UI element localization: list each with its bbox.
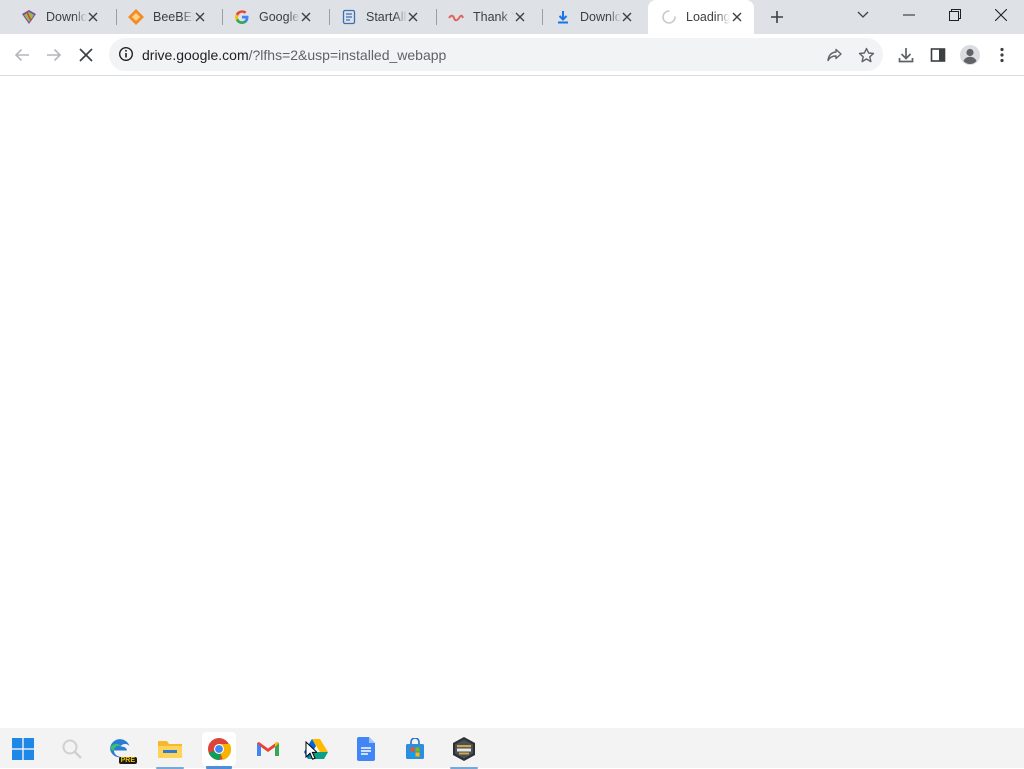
tab-search-button[interactable] <box>840 0 886 30</box>
arrow-right-icon <box>47 48 62 62</box>
page-content <box>0 77 1024 728</box>
stop-button[interactable] <box>70 39 102 71</box>
tab-4[interactable]: StartAllBack <box>322 0 430 34</box>
microsoft-store-icon[interactable] <box>398 732 432 766</box>
address-url[interactable]: drive.google.com/?lfhs=2&usp=installed_w… <box>142 47 446 63</box>
profile-button[interactable] <box>954 39 986 71</box>
minimize-icon <box>903 14 915 16</box>
share-icon[interactable] <box>821 42 847 68</box>
beebeep-icon <box>127 8 145 26</box>
menu-button[interactable] <box>986 39 1018 71</box>
close-icon[interactable] <box>407 9 421 25</box>
file-explorer-icon[interactable] <box>153 732 187 769</box>
document-icon <box>340 8 358 26</box>
download-icon <box>898 48 914 63</box>
chevron-down-icon <box>857 11 869 18</box>
tab-4-title: StartAllBack <box>366 10 407 24</box>
more-vert-icon <box>1000 47 1004 63</box>
google-docs-icon[interactable] <box>349 732 383 766</box>
side-panel-button[interactable] <box>922 39 954 71</box>
avatar-icon <box>960 45 980 65</box>
tab-1[interactable]: Downlo <box>2 0 110 34</box>
url-host: drive.google.com <box>142 47 249 63</box>
side-panel-icon <box>930 48 946 62</box>
windows-start-icon[interactable] <box>6 732 40 766</box>
window-close-button[interactable] <box>978 0 1024 30</box>
search-icon[interactable] <box>55 732 89 766</box>
tab-6[interactable]: Downlo <box>536 0 644 34</box>
new-tab-button[interactable] <box>766 6 788 28</box>
url-path: /?lfhs=2&usp=installed_webapp <box>248 47 447 63</box>
minimize-button[interactable] <box>886 0 932 30</box>
tab-7-title: Loading <box>686 10 730 24</box>
edge-preview-badge: PRE <box>118 757 137 764</box>
stop-x-icon <box>79 48 93 62</box>
bookmark-star-icon[interactable] <box>853 42 879 68</box>
tab-5[interactable]: Thank You <box>429 0 537 34</box>
tab-1-title: Downlo <box>46 10 87 24</box>
browser-toolbar: drive.google.com/?lfhs=2&usp=installed_w… <box>0 34 1024 76</box>
game-app-icon[interactable] <box>447 732 481 769</box>
tab-2[interactable]: BeeBEEP <box>109 0 217 34</box>
back-button[interactable] <box>6 39 38 71</box>
close-icon[interactable] <box>87 9 101 25</box>
chrome-icon[interactable] <box>202 732 236 769</box>
tab-6-title: Downlo <box>580 10 621 24</box>
google-g-icon <box>233 8 251 26</box>
tab-2-title: BeeBEEP <box>153 10 194 24</box>
tab-3-title: Google <box>259 10 300 24</box>
restore-button[interactable] <box>932 0 978 30</box>
site-info-icon[interactable] <box>118 46 134 67</box>
close-icon[interactable] <box>621 9 635 25</box>
link-icon <box>447 8 465 26</box>
restore-icon <box>949 9 961 21</box>
gmail-icon[interactable] <box>251 732 285 766</box>
close-icon[interactable] <box>730 9 745 25</box>
windows-taskbar: PRE <box>0 728 1024 769</box>
edge-preview-icon[interactable]: PRE <box>103 732 137 766</box>
winrar-icon <box>20 8 38 26</box>
loading-spinner-icon <box>660 8 678 26</box>
downloads-button[interactable] <box>890 39 922 71</box>
close-icon[interactable] <box>194 9 208 25</box>
close-icon[interactable] <box>300 9 314 25</box>
download-arrow-icon <box>554 8 572 26</box>
mouse-cursor <box>305 740 319 765</box>
close-icon[interactable] <box>514 9 528 25</box>
forward-button[interactable] <box>38 39 70 71</box>
arrow-left-icon <box>14 48 29 62</box>
tab-strip: Downlo BeeBEEP Google StartAllBack <box>0 0 1024 34</box>
plus-icon <box>771 11 783 23</box>
address-bar[interactable]: drive.google.com/?lfhs=2&usp=installed_w… <box>109 38 883 71</box>
tab-3[interactable]: Google <box>215 0 323 34</box>
close-icon <box>995 9 1007 21</box>
tab-5-title: Thank You <box>473 10 514 24</box>
tab-7-active[interactable]: Loading <box>648 0 754 34</box>
